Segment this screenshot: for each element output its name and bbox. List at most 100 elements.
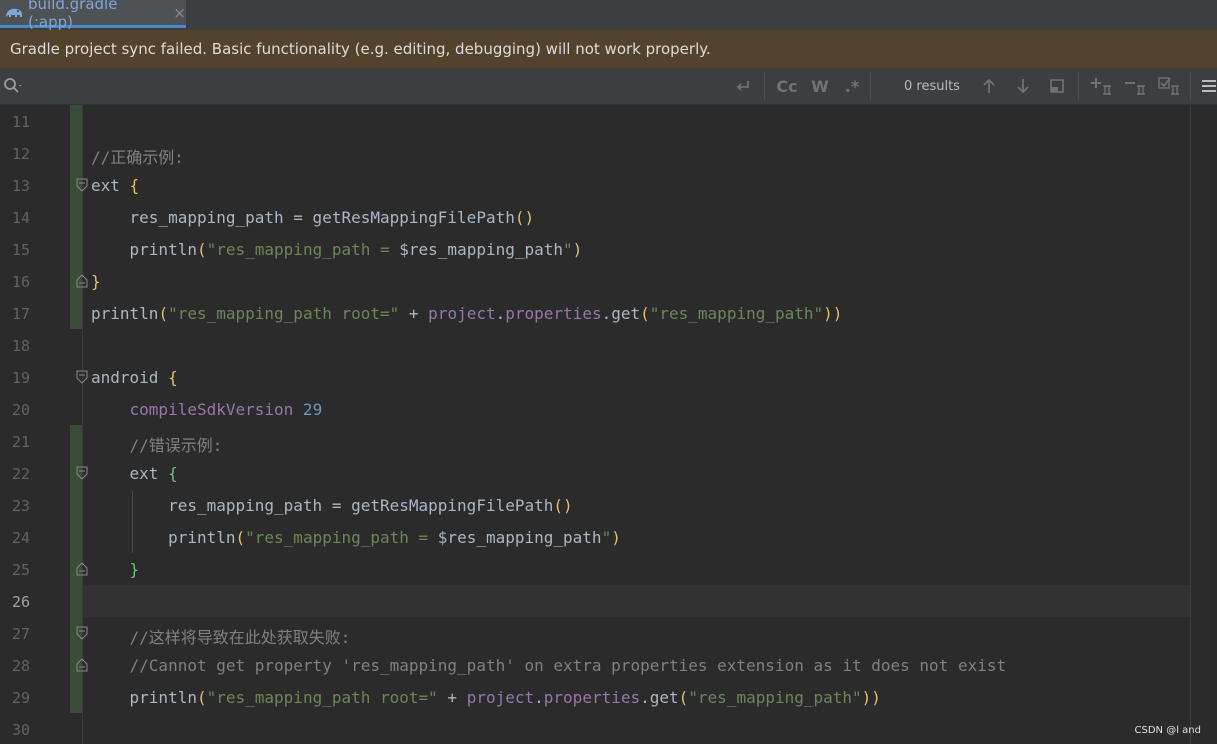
property: project — [428, 304, 496, 323]
code-line-25: } — [91, 560, 140, 579]
match-case-toggle[interactable]: Cc — [774, 75, 800, 97]
paren: )) — [823, 304, 843, 323]
code-line-15: println("res_mapping_path = $res_mapping… — [91, 240, 583, 259]
interpolation: $res_mapping_path — [399, 240, 564, 259]
code-token: println — [91, 528, 236, 547]
regex-toggle[interactable]: .* — [840, 75, 864, 97]
code-line-28: //Cannot get property 'res_mapping_path'… — [91, 656, 1007, 675]
line-number: 28 — [11, 657, 30, 675]
comment: //这样将导致在此处获取失败: — [91, 628, 351, 647]
banner-text: Gradle project sync failed. Basic functi… — [10, 40, 711, 58]
fold-collapse-icon[interactable] — [76, 178, 88, 192]
fold-end-icon[interactable] — [76, 562, 88, 576]
parens: () — [553, 496, 573, 515]
string: "res_mapping_path root=" — [168, 304, 400, 323]
caret-row-highlight — [83, 585, 1190, 617]
line-number: 18 — [11, 337, 30, 355]
code-token: + — [399, 304, 429, 323]
fold-end-icon[interactable] — [76, 274, 88, 288]
property: project — [466, 688, 535, 707]
tab-title: build.gradle (:app) — [28, 0, 118, 31]
string: " — [563, 240, 573, 259]
paren: ( — [235, 528, 246, 547]
comment: //Cannot get property 'res_mapping_path'… — [91, 656, 1007, 675]
line-number: 29 — [11, 689, 30, 707]
number: 29 — [293, 400, 323, 419]
previous-occurrence-icon[interactable] — [978, 76, 1000, 96]
string: " — [601, 528, 612, 547]
paren: )) — [861, 688, 881, 707]
code-token: . — [534, 688, 544, 707]
paren: ( — [640, 304, 650, 323]
code-token: + — [437, 688, 467, 707]
close-tab-icon[interactable]: × — [173, 4, 186, 22]
code-line-13: ext { — [91, 176, 139, 195]
fold-collapse-icon[interactable] — [76, 626, 88, 640]
line-number-current: 26 — [11, 593, 30, 611]
line-number: 17 — [11, 305, 30, 323]
paren: ( — [158, 304, 169, 323]
toolbar-separator — [870, 72, 871, 100]
toolbar-separator — [1078, 72, 1079, 100]
brace: } — [91, 272, 101, 291]
code-token: ext — [91, 464, 169, 483]
code-token: . — [495, 304, 506, 323]
paren: ( — [196, 240, 207, 259]
new-line-icon[interactable] — [732, 76, 754, 96]
code-token: .get — [640, 688, 679, 707]
code-line-29: println("res_mapping_path root=" + proje… — [91, 688, 881, 707]
code-line-16: } — [91, 272, 101, 291]
brace: { — [129, 176, 140, 195]
add-occurrence-icon[interactable] — [1088, 75, 1114, 97]
editor-tab-bar: build.gradle (:app) × — [0, 0, 1217, 31]
string: "res_mapping_path" — [649, 304, 824, 323]
fold-collapse-icon[interactable] — [76, 370, 88, 384]
fold-collapse-icon[interactable] — [76, 466, 88, 480]
brace: { — [168, 368, 178, 387]
sync-failed-banner: Gradle project sync failed. Basic functi… — [0, 30, 1217, 68]
brace: } — [91, 560, 140, 579]
line-number: 13 — [11, 177, 30, 195]
remove-occurrence-icon[interactable] — [1122, 75, 1148, 97]
paren: ) — [572, 240, 583, 259]
line-number: 19 — [11, 369, 30, 387]
property: compileSdkVersion — [91, 400, 294, 419]
next-occurrence-icon[interactable] — [1012, 76, 1034, 96]
search-icon[interactable] — [2, 76, 24, 96]
line-number: 16 — [11, 273, 30, 291]
tab-build-gradle[interactable]: build.gradle (:app) × — [0, 0, 186, 31]
line-number: 21 — [11, 433, 30, 451]
select-all-occurrences-icon[interactable] — [1156, 75, 1182, 97]
toolbar-separator — [764, 72, 765, 100]
fold-end-icon[interactable] — [76, 658, 88, 672]
find-toolbar: Cc W .* 0 results — [0, 68, 1217, 105]
paren: ) — [611, 528, 621, 547]
string: "res_mapping_path = — [245, 528, 438, 547]
settings-menu-icon[interactable] — [1200, 76, 1217, 96]
code-line-27: //这样将导致在此处获取失败: — [91, 624, 351, 648]
toolbar-separator — [1190, 72, 1191, 100]
line-number: 20 — [11, 401, 30, 419]
code-line-14: res_mapping_path = getResMappingFilePath… — [91, 208, 535, 227]
code-token: println — [91, 688, 197, 707]
brace: { — [168, 464, 178, 483]
code-line-23: res_mapping_path = getResMappingFilePath… — [91, 496, 573, 515]
vcs-change-marker — [70, 105, 82, 329]
line-number: 15 — [11, 241, 30, 259]
code-token: res_mapping_path = getResMappingFilePath — [91, 496, 554, 515]
line-number: 27 — [11, 625, 30, 643]
comment: //错误示例: — [91, 436, 223, 455]
interpolation: $res_mapping_path — [437, 528, 602, 547]
watermark: CSDN @l and — [1134, 725, 1201, 736]
string: "res_mapping_path" — [688, 688, 862, 707]
whole-words-toggle[interactable]: W — [808, 75, 832, 97]
code-editor[interactable]: 11 12 13 14 15 16 17 18 19 20 21 22 23 2… — [0, 105, 1217, 744]
search-results-count: 0 results — [904, 78, 960, 94]
paren: ( — [196, 688, 207, 707]
code-token: .get — [601, 304, 641, 323]
parens: () — [514, 208, 535, 227]
paren: ( — [678, 688, 689, 707]
filter-search-results-icon[interactable] — [1046, 76, 1068, 96]
code-line-22: ext { — [91, 464, 178, 483]
property: properties — [543, 688, 641, 707]
